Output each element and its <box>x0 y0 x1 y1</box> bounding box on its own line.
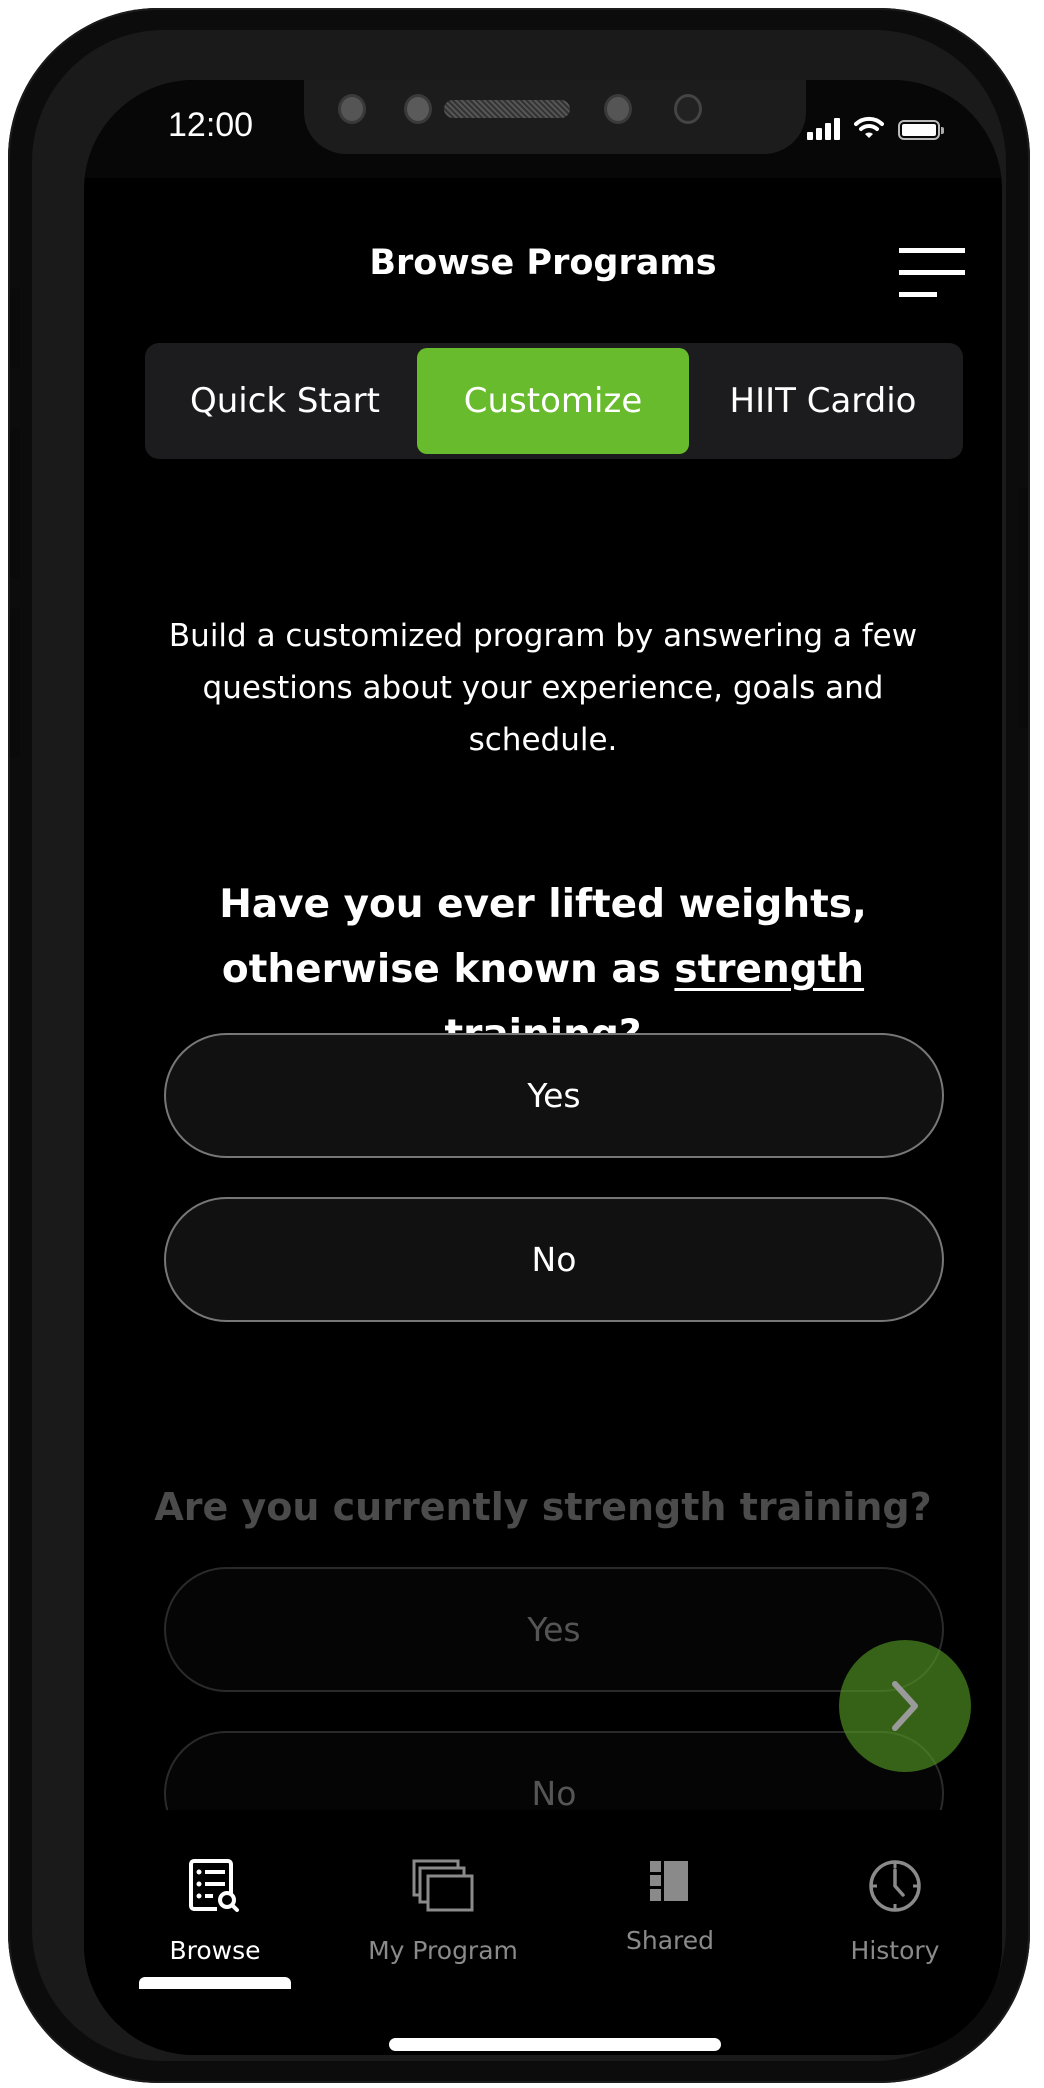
phone-frame: 12:00 Browse Programs Quick Start Custom… <box>8 8 1030 2083</box>
status-time: 12:00 <box>168 106 254 144</box>
nav-item-my-program[interactable]: My Program <box>343 1850 543 1965</box>
front-camera-icon <box>604 94 632 124</box>
cellular-signal-icon <box>807 118 840 140</box>
tab-hiit-cardio[interactable]: HIIT Cardio <box>687 348 959 454</box>
tab-quick-start[interactable]: Quick Start <box>149 348 421 454</box>
chevron-right-icon <box>892 1681 918 1731</box>
bottom-nav: Browse My Program Shared History <box>84 1810 1002 2055</box>
tab-customize[interactable]: Customize <box>417 348 689 454</box>
clock-icon <box>869 1860 921 1912</box>
home-indicator[interactable] <box>389 2038 721 2051</box>
nav-label-history: History <box>850 1936 940 1965</box>
nav-label-my-program: My Program <box>368 1936 518 1965</box>
sensor-icon <box>674 94 702 124</box>
power-button <box>1018 488 1028 728</box>
wifi-icon <box>854 116 884 138</box>
menu-button[interactable] <box>899 248 967 300</box>
nav-item-browse[interactable]: Browse <box>115 1850 315 1965</box>
battery-icon <box>898 120 944 140</box>
intro-description: Build a customized program by answering … <box>168 618 918 758</box>
next-button[interactable] <box>839 1640 971 1772</box>
hamburger-line <box>899 270 965 275</box>
question-currently-training: Are you currently strength training? <box>154 1485 932 1529</box>
active-tab-indicator <box>139 1977 291 1989</box>
nav-label-shared: Shared <box>625 1926 714 1955</box>
hamburger-line <box>899 292 937 297</box>
sensor-icon <box>404 94 432 124</box>
volume-down-button <box>10 608 20 758</box>
hamburger-menu-icon <box>899 248 965 253</box>
nav-item-history[interactable]: History <box>795 1850 995 1965</box>
nav-label-browse: Browse <box>169 1936 261 1965</box>
answer-yes-button[interactable]: Yes <box>164 1033 944 1158</box>
volume-up-button <box>10 428 20 578</box>
notch <box>304 80 806 154</box>
mute-switch <box>10 288 20 368</box>
browse-list-search-icon <box>189 1859 239 1912</box>
screen: 12:00 Browse Programs Quick Start Custom… <box>84 80 1002 2055</box>
program-type-tabs: Quick Start Customize HIIT Cardio <box>145 343 963 459</box>
status-bar: 12:00 <box>84 80 1002 178</box>
stacked-cards-icon <box>412 1859 474 1912</box>
page-title: Browse Programs <box>369 243 717 283</box>
sensor-icon <box>338 94 366 124</box>
answer-no-button[interactable]: No <box>164 1197 944 1322</box>
shared-panel-icon <box>650 1861 688 1901</box>
speaker-grille <box>444 100 570 118</box>
nav-item-shared[interactable]: Shared <box>570 1850 770 1955</box>
bezel: 12:00 Browse Programs Quick Start Custom… <box>32 30 1006 2061</box>
answer-yes-button-disabled: Yes <box>164 1567 944 1692</box>
